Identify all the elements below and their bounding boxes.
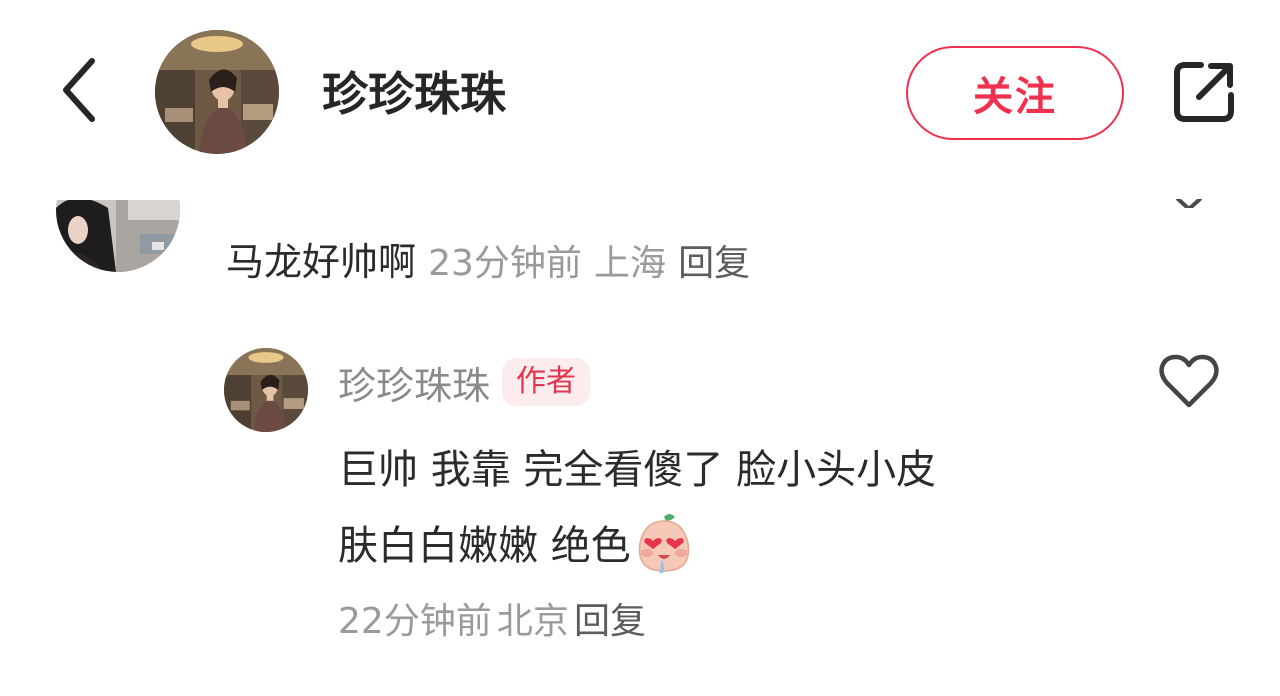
- comment-2-reply-button[interactable]: 回复: [574, 601, 646, 642]
- comment-1-line: 马龙好帅啊 23分钟前 上海 回复: [226, 236, 750, 288]
- comment-1-avatar[interactable]: [56, 200, 180, 272]
- comment-2-text-line2-wrapper: 肤白白嫩嫩 绝色: [338, 508, 1098, 584]
- share-button[interactable]: [1166, 56, 1242, 132]
- comment-1-text: 马龙好帅啊: [226, 240, 417, 284]
- comment-2-time: 22分钟前: [338, 601, 492, 642]
- comment-2-meta: 22分钟前 北京 回复: [338, 596, 646, 648]
- comment-2-avatar[interactable]: [224, 348, 308, 432]
- share-external-icon: [1171, 59, 1237, 129]
- header-avatar[interactable]: [155, 30, 279, 154]
- comment-1-like-icon-peek: [1176, 196, 1202, 208]
- follow-button[interactable]: 关注: [906, 46, 1124, 140]
- comment-2-text-line1: 巨帅 我靠 完全看傻了 脸小头小皮: [338, 447, 937, 493]
- comment-2-username[interactable]: 珍珍珠珠: [338, 355, 490, 410]
- comment-2-like-button[interactable]: [1156, 352, 1222, 414]
- back-button[interactable]: [50, 56, 110, 128]
- author-badge: 作者: [502, 358, 591, 406]
- heart-outline-icon: [1158, 353, 1220, 413]
- header-username: 珍珍珠珠: [322, 67, 506, 121]
- heart-eyes-drool-emoji-icon: [633, 513, 695, 575]
- comment-2-text-line2: 肤白白嫩嫩 绝色: [338, 523, 631, 569]
- comment-1-location: 上海: [594, 243, 667, 284]
- comment-2-body: 巨帅 我靠 完全看傻了 脸小头小皮 肤白白嫩嫩 绝色: [338, 432, 1098, 584]
- comment-2-header: 珍珍珠珠 作者: [338, 354, 591, 410]
- comment-1-time: 23分钟前: [428, 243, 582, 284]
- comment-2-location: 北京: [496, 601, 569, 642]
- comment-1-reply-button[interactable]: 回复: [678, 243, 750, 284]
- chevron-left-icon: [60, 57, 100, 127]
- comment-1-avatar-wrapper: [0, 200, 260, 280]
